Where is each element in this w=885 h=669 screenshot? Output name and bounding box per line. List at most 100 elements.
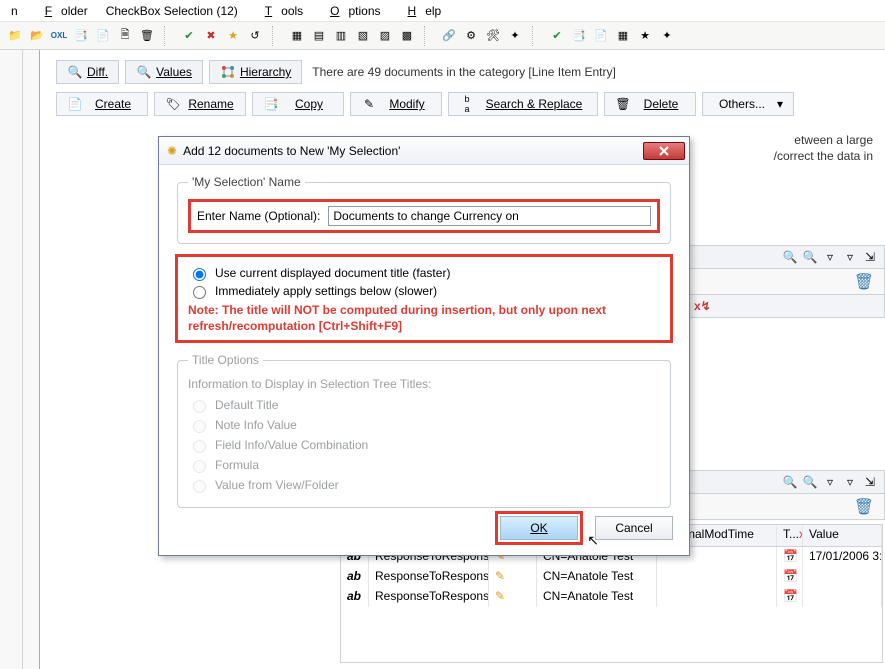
dialog-titlebar[interactable]: ✺ Add 12 documents to New 'My Selection' (159, 137, 689, 165)
tb-file-icon[interactable]: 🗎 (116, 27, 134, 45)
tb-ghi-icon[interactable]: ✦ (658, 27, 676, 45)
modify-label: Modify (383, 97, 431, 111)
zoom-out-icon2[interactable]: 🔍 (782, 474, 798, 490)
radio-apply-below[interactable] (193, 286, 206, 299)
menu-checkbox[interactable]: CheckBox Selection (12) (97, 2, 247, 20)
tb-p1-icon[interactable]: ▦ (288, 27, 306, 45)
cancel-label: Cancel (615, 521, 652, 535)
menu-folder[interactable]: Folder (27, 2, 97, 20)
tb-link-icon[interactable]: 🔗 (440, 27, 458, 45)
tb-copy-icon[interactable]: 📑 (72, 27, 90, 45)
table-row[interactable]: abResponseToResponse✎CN=Anatole Test📅 (341, 587, 882, 607)
view-hierarchy-label: Hierarchy (240, 65, 291, 79)
view-bar: 🔍 Diff. 🔍 Values Hierarchy There are 49 … (56, 60, 875, 84)
tb-check-icon[interactable]: ✔ (180, 27, 198, 45)
cursor-icon: ↖ (587, 532, 599, 549)
toolbar: 📁 📂 OXL 📑 📄 🗎 🗑 ✔ ✖ ★ ↺ ▦ ▤ ▥ ▧ ▨ ▩ 🔗 ⚙ … (0, 22, 885, 50)
title-options-fieldset: Title Options Information to Display in … (177, 353, 671, 508)
dialog-icon: ✺ (167, 144, 177, 158)
col-value[interactable]: Value (803, 525, 882, 546)
tb-star-icon[interactable]: ★ (224, 27, 242, 45)
name-label: Enter Name (Optional): (197, 209, 320, 223)
tb-gpage-icon[interactable]: 📄 (592, 27, 610, 45)
tb-folder2-icon[interactable]: 📂 (28, 27, 46, 45)
export-icon2[interactable]: ⇲ (862, 474, 878, 490)
bg-line2: /correct the data in (774, 149, 873, 163)
others-button[interactable]: Others... ▾ (702, 92, 794, 116)
zoom-in-icon2[interactable]: 🔍 (802, 474, 818, 490)
opt-viewfolder-label: Value from View/Folder (215, 478, 339, 492)
name-highlight: Enter Name (Optional): (188, 199, 660, 233)
tb-gcopy-icon[interactable]: 📑 (570, 27, 588, 45)
tb-remove-icon[interactable]: 🗑 (138, 27, 156, 45)
menu-help[interactable]: Help (390, 2, 451, 20)
export-icon[interactable]: ⇲ (862, 249, 878, 265)
tb-tool-icon[interactable]: 🛠 (484, 27, 502, 45)
table-row[interactable]: abResponseToResponse✎CN=Anatole Test📅 (341, 567, 882, 587)
insertion-note: Note: The title will NOT be computed dur… (188, 303, 660, 334)
view-diff-button[interactable]: 🔍 Diff. (56, 60, 119, 84)
radio-use-current[interactable] (193, 268, 206, 281)
name-fieldset: 'My Selection' Name Enter Name (Optional… (177, 175, 671, 244)
tb-cross-icon[interactable]: ✖ (202, 27, 220, 45)
tb-oxl-icon[interactable]: OXL (50, 27, 68, 45)
tb-gear-icon[interactable]: ⚙ (462, 27, 480, 45)
tb-p5-icon[interactable]: ▨ (376, 27, 394, 45)
menubar: n Folder CheckBox Selection (12) Tools O… (0, 0, 885, 22)
radio-apply-below-label: Immediately apply settings below (slower… (215, 284, 437, 298)
search-replace-button[interactable]: ba Search & Replace (448, 92, 598, 116)
modify-icon: ✎ (361, 96, 377, 112)
mini-grid-bottom: 🔍 🔍 ▿ ▿ ⇲ 🗑 (689, 470, 885, 520)
modify-button[interactable]: ✎ Modify (350, 92, 442, 116)
menu-tools[interactable]: Tools (247, 2, 312, 20)
ok-button[interactable]: OK (500, 516, 578, 540)
action-bar: 📄 Create 🏷 Rename 📑 Copy ✎ Modify ba Sea… (56, 92, 875, 116)
ok-label: OK (530, 521, 547, 535)
xi-icon[interactable]: x↯ (694, 299, 711, 313)
title-options-info: Information to Display in Selection Tree… (188, 377, 660, 391)
ok-highlight: OK (495, 511, 583, 545)
trash-icon2[interactable]: 🗑 (854, 497, 874, 517)
chevron-down-icon: ▾ (777, 97, 783, 111)
selection-name-input[interactable] (328, 206, 651, 226)
cancel-button[interactable]: Cancel (595, 516, 673, 540)
tb-new-icon[interactable]: 📄 (94, 27, 112, 45)
tb-open-icon[interactable]: 📁 (6, 27, 24, 45)
col-t[interactable]: T...x↯ (777, 525, 803, 546)
rename-button[interactable]: 🏷 Rename (154, 92, 246, 116)
hierarchy-icon (220, 64, 236, 80)
tb-gtable-icon[interactable]: ▦ (614, 27, 632, 45)
view-values-button[interactable]: 🔍 Values (125, 60, 203, 84)
zoom-out-icon[interactable]: 🔍 (782, 249, 798, 265)
values-icon: 🔍 (136, 64, 152, 80)
create-label: Create (89, 97, 137, 111)
menu-options[interactable]: Options (312, 2, 389, 20)
copy-button[interactable]: 📑 Copy (252, 92, 344, 116)
menu-partial[interactable]: n (2, 2, 27, 20)
diff-icon: 🔍 (67, 64, 83, 80)
mini-grid-top: 🔍 🔍 ▿ ▿ ⇲ 🗑 x↯ (689, 245, 885, 318)
tb-p6-icon[interactable]: ▩ (398, 27, 416, 45)
filter2-icon[interactable]: ▿ (842, 249, 858, 265)
left-gutter (0, 50, 40, 669)
filter-icon2[interactable]: ▿ (822, 474, 838, 490)
tb-undo-icon[interactable]: ↺ (246, 27, 264, 45)
tb-gtick-icon[interactable]: ✔ (548, 27, 566, 45)
tb-p3-icon[interactable]: ▥ (332, 27, 350, 45)
delete-button[interactable]: 🗑 Delete (604, 92, 696, 116)
filter-icon[interactable]: ▿ (822, 249, 838, 265)
view-hierarchy-button[interactable]: Hierarchy (209, 60, 302, 84)
rename-icon: 🏷 (165, 96, 181, 112)
create-button[interactable]: 📄 Create (56, 92, 148, 116)
tb-xx-icon[interactable]: ✦ (506, 27, 524, 45)
copy-label: Copy (285, 97, 333, 111)
opt-default-title (193, 400, 206, 413)
filter2-icon2[interactable]: ▿ (842, 474, 858, 490)
tb-gstar-icon[interactable]: ★ (636, 27, 654, 45)
create-icon: 📄 (67, 96, 83, 112)
tb-p4-icon[interactable]: ▧ (354, 27, 372, 45)
trash-icon[interactable]: 🗑 (854, 272, 874, 292)
close-button[interactable] (643, 142, 685, 160)
tb-p2-icon[interactable]: ▤ (310, 27, 328, 45)
zoom-in-icon[interactable]: 🔍 (802, 249, 818, 265)
